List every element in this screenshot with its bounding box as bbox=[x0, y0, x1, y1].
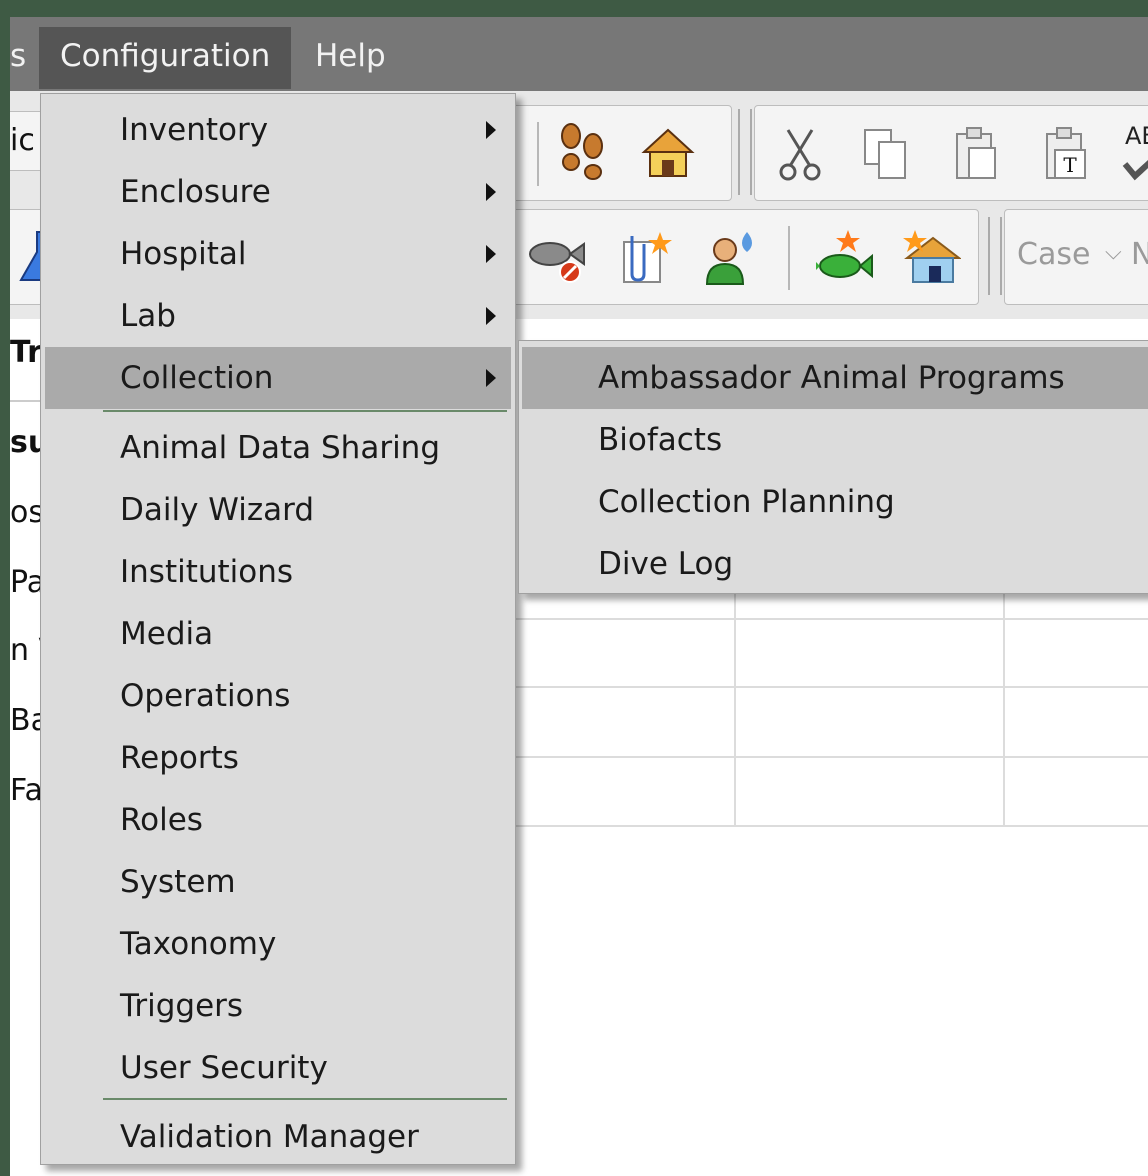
submenu-arrow-icon bbox=[486, 307, 496, 325]
menu-item-institutions[interactable]: Institutions bbox=[41, 541, 515, 603]
list-item: Fa bbox=[10, 773, 43, 808]
menu-help[interactable]: Help bbox=[294, 27, 407, 89]
menu-item-reports[interactable]: Reports bbox=[41, 727, 515, 789]
menu-configuration-label: Configuration bbox=[60, 38, 271, 74]
menu-item-roles[interactable]: Roles bbox=[41, 789, 515, 851]
configuration-menu: Inventory Enclosure Hospital Lab Collect… bbox=[40, 93, 516, 1165]
fish-remove-icon[interactable] bbox=[526, 228, 586, 288]
submenu-item-dive-log[interactable]: Dive Log bbox=[519, 533, 1148, 595]
house-new-icon[interactable] bbox=[901, 228, 961, 288]
menu-separator bbox=[103, 410, 507, 412]
menu-item-system[interactable]: System bbox=[41, 851, 515, 913]
menu-item-label: User Security bbox=[120, 1050, 328, 1086]
row-divider bbox=[10, 400, 40, 402]
copy-icon[interactable] bbox=[855, 124, 915, 184]
toolbar-grip[interactable] bbox=[988, 217, 1002, 295]
submenu-item-label: Dive Log bbox=[598, 546, 734, 582]
submenu-arrow-icon bbox=[486, 369, 496, 387]
menu-item-inventory[interactable]: Inventory bbox=[41, 99, 515, 161]
spellcheck-label: AB bbox=[1125, 122, 1148, 150]
grid-row-line bbox=[515, 686, 1148, 688]
menu-item-label: Media bbox=[120, 616, 214, 652]
case-dropdown-arrow[interactable]: ⌵ bbox=[1105, 228, 1122, 278]
menu-item-label: Reports bbox=[120, 740, 239, 776]
toolbar-row1-group1 bbox=[500, 105, 732, 201]
grid-column-line bbox=[1003, 582, 1005, 827]
new-document-icon[interactable] bbox=[616, 228, 676, 288]
footprints-icon[interactable] bbox=[551, 122, 611, 182]
menu-item-label: Roles bbox=[120, 802, 203, 838]
menu-item-label: Operations bbox=[120, 678, 291, 714]
case-label: Case bbox=[1017, 237, 1091, 272]
application-window: s Configuration Help T A Case ⌵ N ic Tra… bbox=[10, 17, 1148, 1176]
menu-item-daily-wizard[interactable]: Daily Wizard bbox=[41, 479, 515, 541]
grid-row-line bbox=[515, 756, 1148, 758]
paste-icon[interactable] bbox=[945, 124, 1005, 184]
submenu-item-label: Collection Planning bbox=[598, 484, 895, 520]
submenu-item-collection-planning[interactable]: Collection Planning bbox=[519, 471, 1148, 533]
submenu-item-label: Ambassador Animal Programs bbox=[598, 360, 1065, 396]
menu-item-label: Hospital bbox=[120, 236, 247, 272]
menu-configuration[interactable]: Configuration bbox=[39, 27, 292, 89]
fish-new-icon[interactable] bbox=[816, 228, 876, 288]
menu-item-label: Triggers bbox=[120, 988, 244, 1024]
menu-separator bbox=[103, 1098, 507, 1100]
svg-text:T: T bbox=[1063, 153, 1077, 177]
menu-bar: s Configuration Help bbox=[10, 17, 1148, 91]
toolbar-row1-group2: T AB bbox=[754, 105, 1148, 201]
data-grid bbox=[515, 582, 1148, 827]
submenu-item-ambassador-animal-programs[interactable]: Ambassador Animal Programs bbox=[522, 347, 1148, 409]
menu-item-label: Enclosure bbox=[120, 174, 271, 210]
menu-item-animal-data-sharing[interactable]: Animal Data Sharing bbox=[41, 417, 515, 479]
toolbar-separator bbox=[788, 226, 790, 290]
grid-row-line bbox=[515, 618, 1148, 620]
menu-item-user-security[interactable]: User Security bbox=[41, 1037, 515, 1099]
menu-item-lab[interactable]: Lab bbox=[41, 285, 515, 347]
menu-item-triggers[interactable]: Triggers bbox=[41, 975, 515, 1037]
menu-item-hospital[interactable]: Hospital bbox=[41, 223, 515, 285]
paste-text-icon[interactable]: T bbox=[1035, 124, 1095, 184]
submenu-arrow-icon bbox=[486, 245, 496, 263]
menu-item-label: Validation Manager bbox=[120, 1119, 419, 1155]
menu-item-label: Lab bbox=[120, 298, 176, 334]
menu-item-label: Inventory bbox=[120, 112, 269, 148]
scissors-icon[interactable] bbox=[770, 124, 830, 184]
checkmark-icon bbox=[1122, 160, 1148, 181]
menu-item-label: Taxonomy bbox=[120, 926, 277, 962]
menu-item-partial[interactable]: s bbox=[10, 27, 26, 85]
menu-item-label: System bbox=[120, 864, 236, 900]
menu-item-label: Collection bbox=[120, 360, 274, 396]
menu-item-label: Institutions bbox=[120, 554, 294, 590]
menu-item-enclosure[interactable]: Enclosure bbox=[41, 161, 515, 223]
menu-item-taxonomy[interactable]: Taxonomy bbox=[41, 913, 515, 975]
menu-item-validation-manager[interactable]: Validation Manager bbox=[41, 1106, 515, 1168]
toolbar-grip[interactable] bbox=[738, 109, 752, 195]
menu-item-media[interactable]: Media bbox=[41, 603, 515, 665]
menu-item-operations[interactable]: Operations bbox=[41, 665, 515, 727]
toolbar-row2-case: Case ⌵ N bbox=[1004, 209, 1148, 305]
person-icon[interactable] bbox=[701, 228, 761, 288]
submenu-arrow-icon bbox=[486, 121, 496, 139]
submenu-item-biofacts[interactable]: Biofacts bbox=[519, 409, 1148, 471]
case-number-input[interactable]: N bbox=[1131, 230, 1148, 280]
toolbar-separator bbox=[537, 122, 539, 186]
house-icon[interactable] bbox=[636, 122, 696, 182]
grid-column-line bbox=[734, 582, 736, 827]
submenu-item-label: Biofacts bbox=[598, 422, 723, 458]
menu-item-label: Animal Data Sharing bbox=[120, 430, 441, 466]
search-input-partial[interactable]: ic bbox=[10, 123, 35, 158]
menu-help-label: Help bbox=[315, 38, 386, 74]
menu-item-collection[interactable]: Collection bbox=[45, 347, 511, 409]
grid-row-line bbox=[515, 825, 1148, 827]
spellcheck-icon[interactable]: AB bbox=[1117, 118, 1148, 188]
menu-item-label: Daily Wizard bbox=[120, 492, 315, 528]
collection-submenu: Ambassador Animal Programs Biofacts Coll… bbox=[518, 340, 1148, 594]
submenu-arrow-icon bbox=[486, 183, 496, 201]
toolbar-row2-group1 bbox=[505, 209, 979, 305]
